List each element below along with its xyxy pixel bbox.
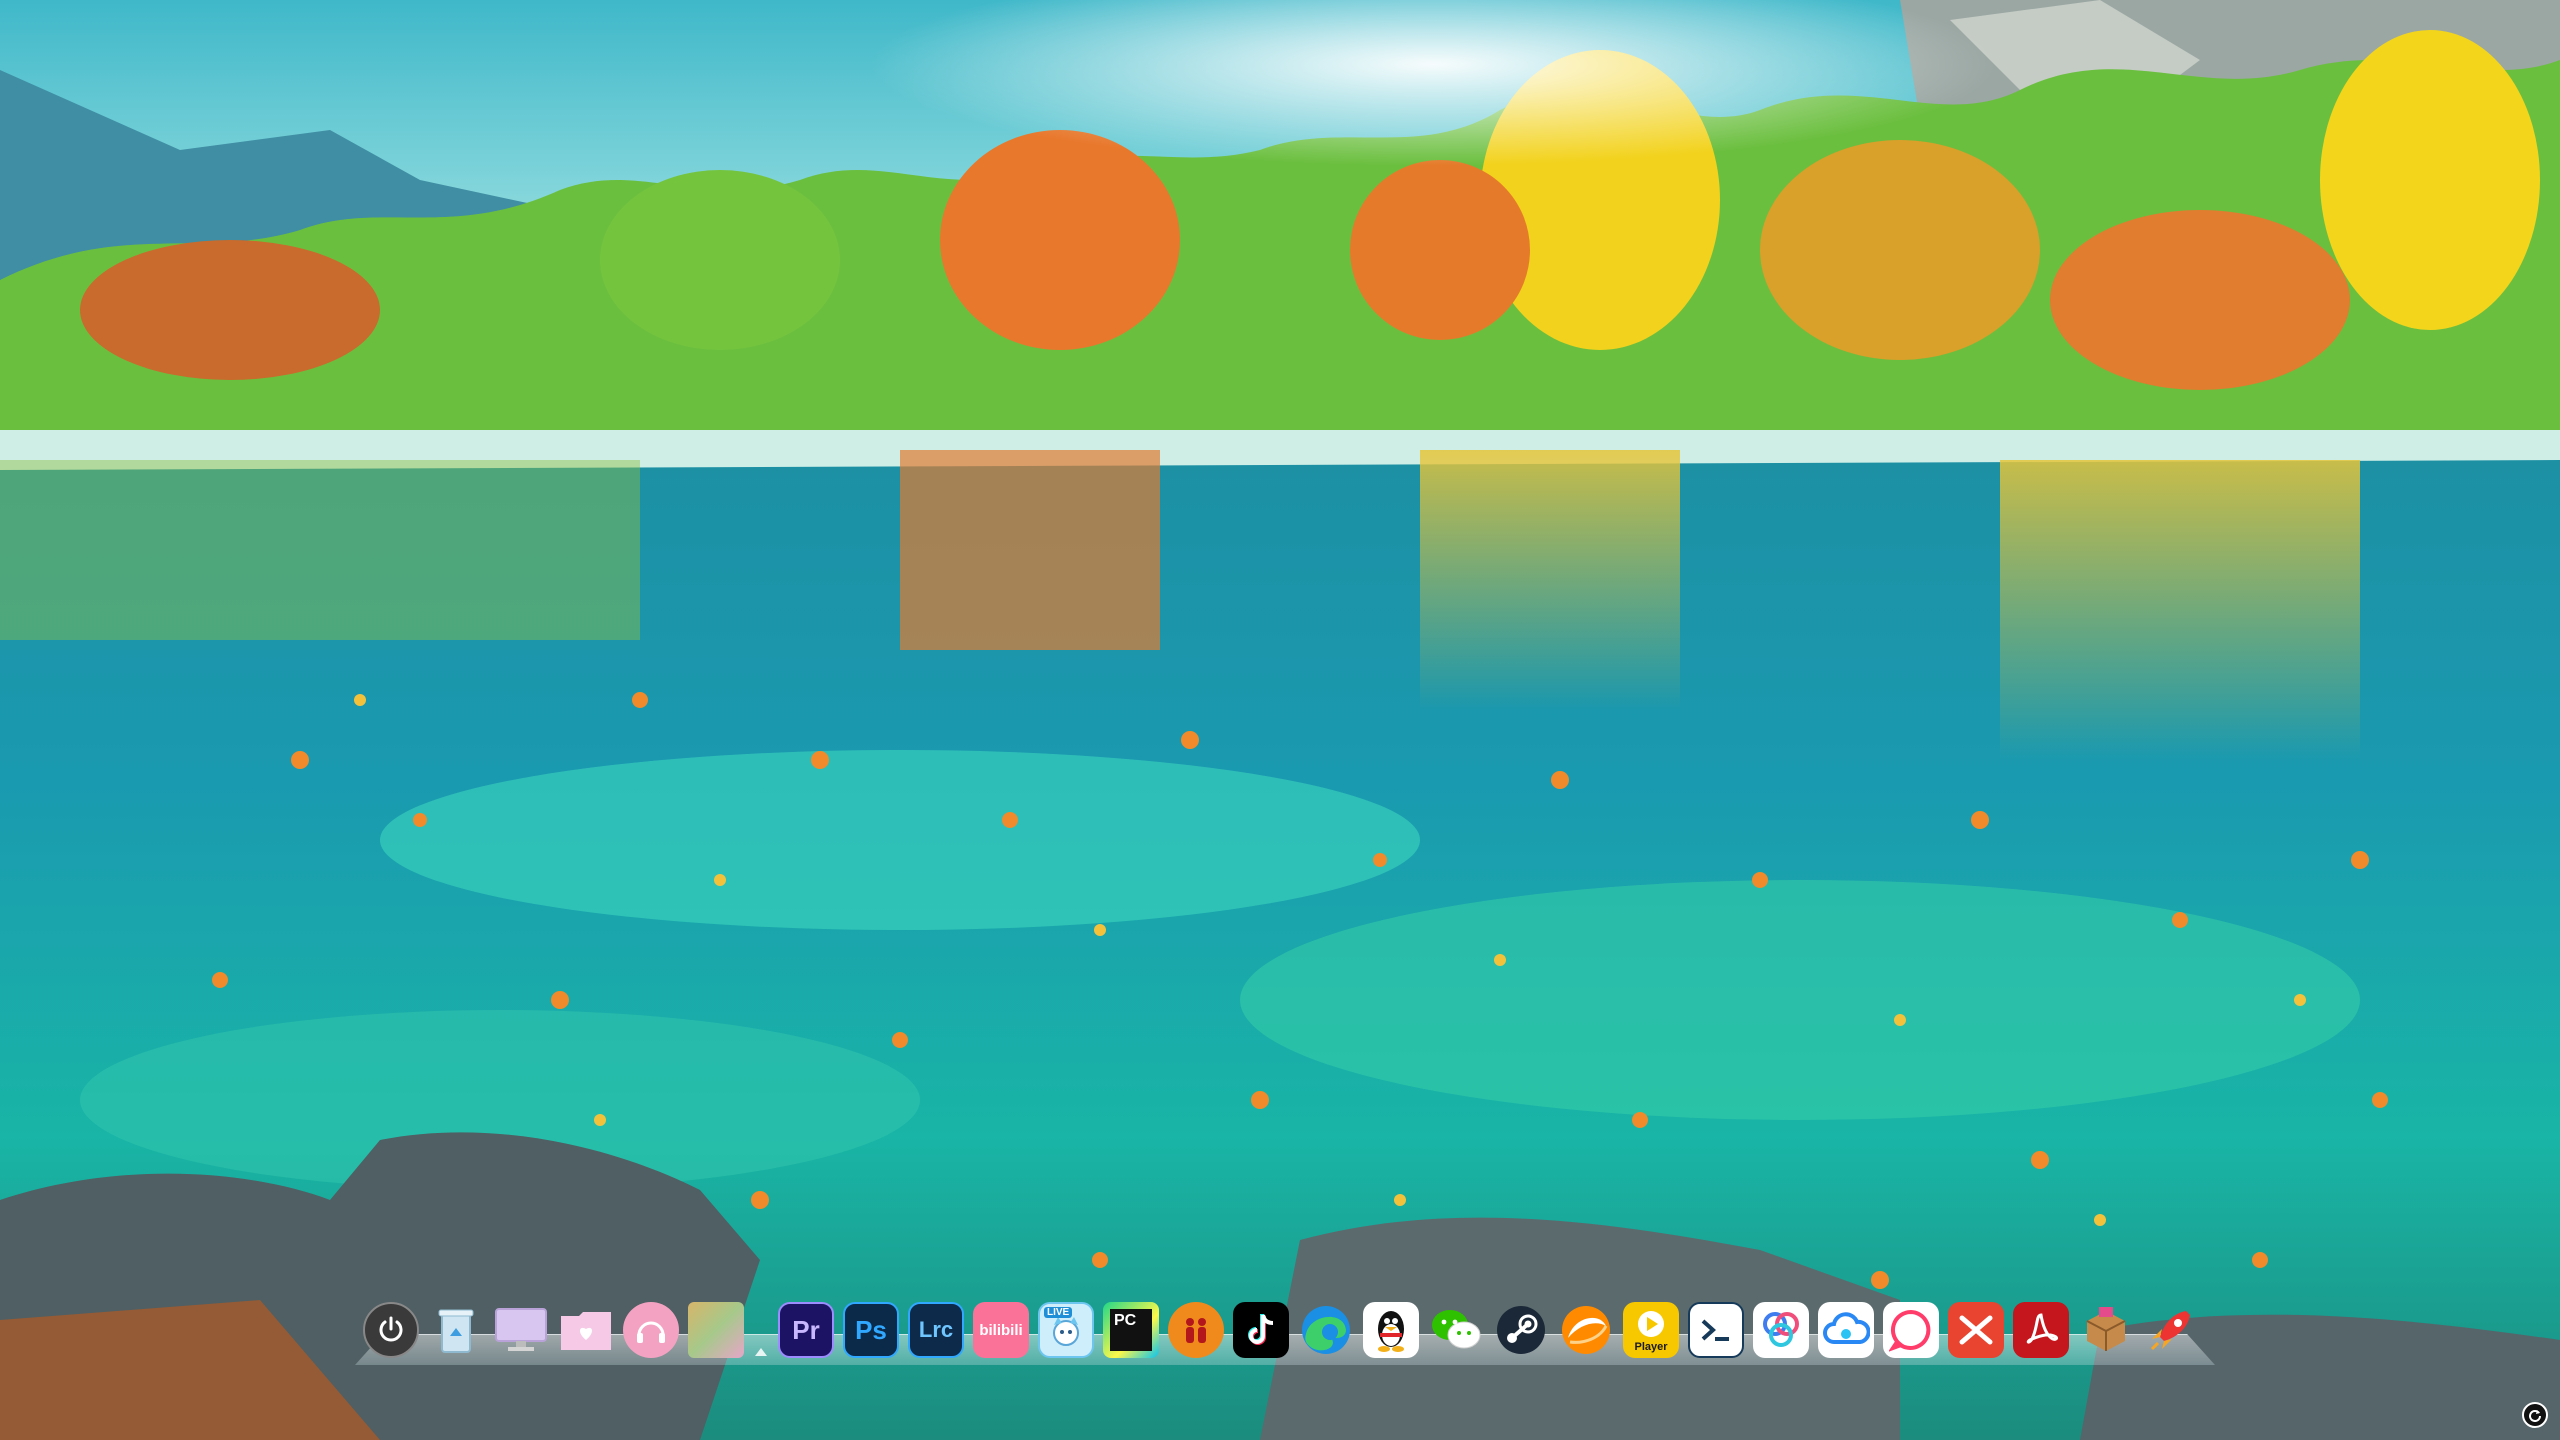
live-badge: LIVE [1044, 1307, 1073, 1318]
dock: Pr Ps Lrc bilibili LIVE PC Player [355, 1296, 2215, 1366]
power-icon[interactable] [363, 1302, 419, 1358]
folder-heart-icon[interactable] [558, 1302, 614, 1358]
rings-icon[interactable] [1753, 1302, 1809, 1358]
cloud-icon[interactable] [1818, 1302, 1874, 1358]
photoshop-icon[interactable]: Ps [843, 1302, 899, 1358]
tiktok-icon[interactable] [1233, 1302, 1289, 1358]
potplayer-label: Player [1634, 1341, 1668, 1353]
desktop[interactable]: Pr Ps Lrc bilibili LIVE PC Player [0, 0, 2560, 1440]
photos-icon[interactable] [688, 1302, 744, 1358]
people-icon[interactable] [1168, 1302, 1224, 1358]
refresh-icon[interactable] [2522, 1402, 2548, 1428]
chat-bubble-icon[interactable] [1883, 1302, 1939, 1358]
steam-icon[interactable] [1493, 1302, 1549, 1358]
terminal-icon[interactable] [1688, 1302, 1744, 1358]
package-icon[interactable] [2078, 1302, 2134, 1358]
dock-arrow[interactable] [755, 1348, 767, 1356]
pycharm-icon[interactable]: PC [1103, 1302, 1159, 1358]
dock-icons: Pr Ps Lrc bilibili LIVE PC Player [363, 1298, 2199, 1358]
monitor-icon[interactable] [493, 1302, 549, 1358]
potplayer-icon[interactable]: Player [1623, 1302, 1679, 1358]
rocket-icon[interactable] [2143, 1302, 2199, 1358]
pycharm-inner: PC [1110, 1309, 1152, 1351]
recycle-bin-icon[interactable] [428, 1302, 484, 1358]
edge-icon[interactable] [1298, 1302, 1354, 1358]
lightroom-icon[interactable]: Lrc [908, 1302, 964, 1358]
headphones-icon[interactable] [623, 1302, 679, 1358]
wechat-icon[interactable] [1428, 1302, 1484, 1358]
acrobat-icon[interactable] [2013, 1302, 2069, 1358]
bilibili-live-icon[interactable]: LIVE [1038, 1302, 1094, 1358]
landscape-wallpaper [0, 0, 2560, 1440]
bilibili-icon[interactable]: bilibili [973, 1302, 1029, 1358]
qq-penguin-icon[interactable] [1363, 1302, 1419, 1358]
dock-separator [753, 1302, 769, 1358]
premiere-icon[interactable]: Pr [778, 1302, 834, 1358]
xmind-icon[interactable] [1948, 1302, 2004, 1358]
swirl-icon[interactable] [1558, 1302, 1614, 1358]
